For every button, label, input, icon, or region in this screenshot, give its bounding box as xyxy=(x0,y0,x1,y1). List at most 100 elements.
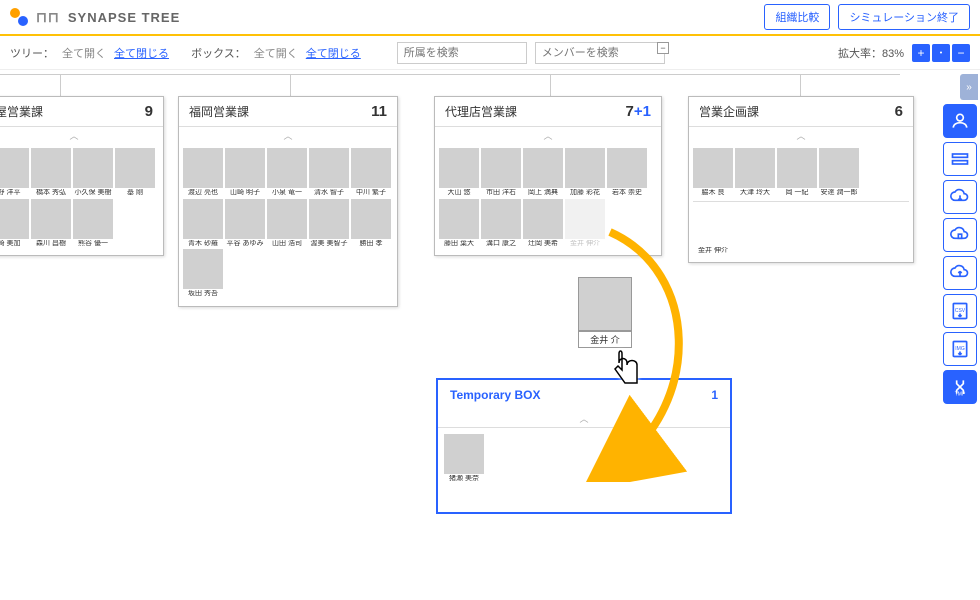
end-simulation-button[interactable]: シミュレーション終了 xyxy=(838,4,970,30)
dept-collapse-toggle[interactable]: ︿ xyxy=(435,127,661,144)
box-collapse-all[interactable]: 全て閉じる xyxy=(306,45,361,61)
box-controls-label: ボックス： xyxy=(191,45,246,61)
tree-icon: ⊓⊓ xyxy=(36,9,60,26)
sidebar-tool-tmp[interactable]: TMP xyxy=(943,370,977,404)
sidebar-tool-cloud-upload[interactable] xyxy=(943,256,977,290)
member[interactable]: 溝口 康之 xyxy=(481,199,521,248)
member[interactable]: 橋本 秀弘 xyxy=(31,148,71,197)
svg-text:CSV: CSV xyxy=(955,308,966,314)
avatar xyxy=(225,148,265,188)
member[interactable]: 岡 一紀 xyxy=(777,148,817,197)
dept-card-planning[interactable]: 営業企画課 6 ︿ 脇木 良 大津 玲大 岡 一紀 安達 潤一郎 金井 伸介 xyxy=(688,96,914,263)
avatar xyxy=(183,249,223,289)
dept-header: 屋営業課 9 xyxy=(0,97,163,127)
avatar xyxy=(693,148,733,188)
member-grid: 渡辺 亮也 山崎 明子 小泉 竜一 清水 智子 中川 繁子 青木 砂羅 平谷 あ… xyxy=(183,148,393,298)
zoom-controls: + ･ − xyxy=(912,44,970,62)
avatar xyxy=(481,199,521,239)
tree-expand-all[interactable]: 全て開く xyxy=(62,45,106,61)
member[interactable]: 大津 玲大 xyxy=(735,148,775,197)
dept-title: 屋営業課 xyxy=(0,103,43,120)
avatar xyxy=(439,148,479,188)
sidebar-tool-export-img[interactable]: IMG xyxy=(943,332,977,366)
temp-box-title: Temporary BOX xyxy=(450,388,540,402)
dept-count: 9 xyxy=(145,103,153,120)
member[interactable]: 脇木 良 xyxy=(693,148,733,197)
member[interactable]: 山田 浩司 xyxy=(267,199,307,248)
member[interactable]: 清水 智子 xyxy=(309,148,349,197)
sidebar-collapse-handle[interactable]: » xyxy=(960,74,978,100)
org-compare-button[interactable]: 組織比較 xyxy=(764,4,830,30)
dept-header: 営業企画課 6 xyxy=(689,97,913,127)
member[interactable]: 平谷 あゆみ xyxy=(225,199,265,248)
zoom-reset-button[interactable]: ･ xyxy=(932,44,950,62)
tree-collapse-all[interactable]: 全て閉じる xyxy=(114,45,169,61)
member[interactable]: 勝田 孝 xyxy=(351,199,391,248)
member[interactable]: 渥美 美智子 xyxy=(309,199,349,248)
member[interactable]: 辻岡 美希 xyxy=(523,199,563,248)
member[interactable]: 大山 悠 xyxy=(439,148,479,197)
member[interactable]: 中川 繁子 xyxy=(351,148,391,197)
avatar xyxy=(73,148,113,188)
sidebar-tool-cloud-download[interactable] xyxy=(943,180,977,214)
dept-collapse-toggle[interactable]: ︿ xyxy=(689,127,913,144)
sidebar-tool-person[interactable] xyxy=(943,104,977,138)
member[interactable]: 安達 潤一郎 xyxy=(819,148,859,197)
org-canvas[interactable]: − 屋営業課 9 ︿ 野 洋平 橋本 秀弘 小久保 美樹 基 剛 崎 美加 森川… xyxy=(0,72,980,600)
avatar xyxy=(439,199,479,239)
member[interactable]: 小泉 竜一 xyxy=(267,148,307,197)
box-expand-all[interactable]: 全て開く xyxy=(254,45,298,61)
member[interactable]: 熊谷 優一 xyxy=(73,199,113,248)
member[interactable]: 森川 昌樹 xyxy=(31,199,71,248)
member[interactable]: 市田 洋右 xyxy=(481,148,521,197)
member[interactable]: 渡辺 亮也 xyxy=(183,148,223,197)
zoom-out-button[interactable]: − xyxy=(952,44,970,62)
avatar xyxy=(0,199,29,239)
avatar xyxy=(351,148,391,188)
member[interactable]: 野 洋平 xyxy=(0,148,29,197)
sidebar-tool-cloudférence-delete[interactable] xyxy=(943,218,977,252)
member[interactable]: 青木 砂羅 xyxy=(183,199,223,248)
app-logo-icon xyxy=(10,8,28,26)
svg-text:TMP: TMP xyxy=(955,391,966,397)
member[interactable]: 藤田 葉大 xyxy=(439,199,479,248)
avatar xyxy=(735,148,775,188)
member[interactable]: 岡上 満典 xyxy=(523,148,563,197)
tree-collapse-toggle[interactable]: − xyxy=(657,42,669,54)
dept-collapse-toggle[interactable]: ︿ xyxy=(179,127,397,144)
avatar xyxy=(73,199,113,239)
sidebar-tool-org[interactable] xyxy=(943,142,977,176)
dept-count: 6 xyxy=(895,103,903,120)
zoom-label: 拡大率：83% xyxy=(838,45,904,61)
member[interactable]: 崎 美加 xyxy=(0,199,29,248)
member[interactable]: 山崎 明子 xyxy=(225,148,265,197)
avatar xyxy=(309,199,349,239)
sidebar-tool-export-csv[interactable]: CSV xyxy=(943,294,977,328)
dept-collapse-toggle[interactable]: ︿ xyxy=(0,127,163,144)
search-member-input[interactable] xyxy=(535,42,665,64)
drag-member-name: 金井 介 xyxy=(578,331,632,348)
member[interactable]: 岩本 崇史 xyxy=(607,148,647,197)
member[interactable]: 小久保 美樹 xyxy=(73,148,113,197)
search-org-input[interactable] xyxy=(397,42,527,64)
avatar xyxy=(183,199,223,239)
svg-text:IMG: IMG xyxy=(955,346,965,352)
zoom-in-button[interactable]: + xyxy=(912,44,930,62)
avatar xyxy=(523,199,563,239)
header-actions: 組織比較 シミュレーション終了 xyxy=(764,4,970,30)
member[interactable]: 加藤 彩花 xyxy=(565,148,605,197)
right-sidebar: » CSV IMG TMP xyxy=(940,72,980,404)
avatar xyxy=(819,148,859,188)
dept-card-fukuoka[interactable]: 福岡営業課 11 ︿ 渡辺 亮也 山崎 明子 小泉 竜一 清水 智子 中川 繁子… xyxy=(178,96,398,307)
avatar xyxy=(523,148,563,188)
member[interactable]: 基 剛 xyxy=(115,148,155,197)
dept-card-nagoya[interactable]: 屋営業課 9 ︿ 野 洋平 橋本 秀弘 小久保 美樹 基 剛 崎 美加 森川 昌… xyxy=(0,96,164,256)
member[interactable]: 猪瀬 美奈 xyxy=(444,434,484,483)
avatar xyxy=(565,148,605,188)
dept-header: 代理店営業課 7+1 xyxy=(435,97,661,127)
dept-header: 福岡営業課 11 xyxy=(179,97,397,127)
tree-controls-label: ツリー： xyxy=(10,45,54,61)
dept-title: 代理店営業課 xyxy=(445,103,517,120)
member[interactable]: 坂田 秀吾 xyxy=(183,249,223,298)
dragging-member[interactable]: 金井 介 xyxy=(578,277,632,348)
